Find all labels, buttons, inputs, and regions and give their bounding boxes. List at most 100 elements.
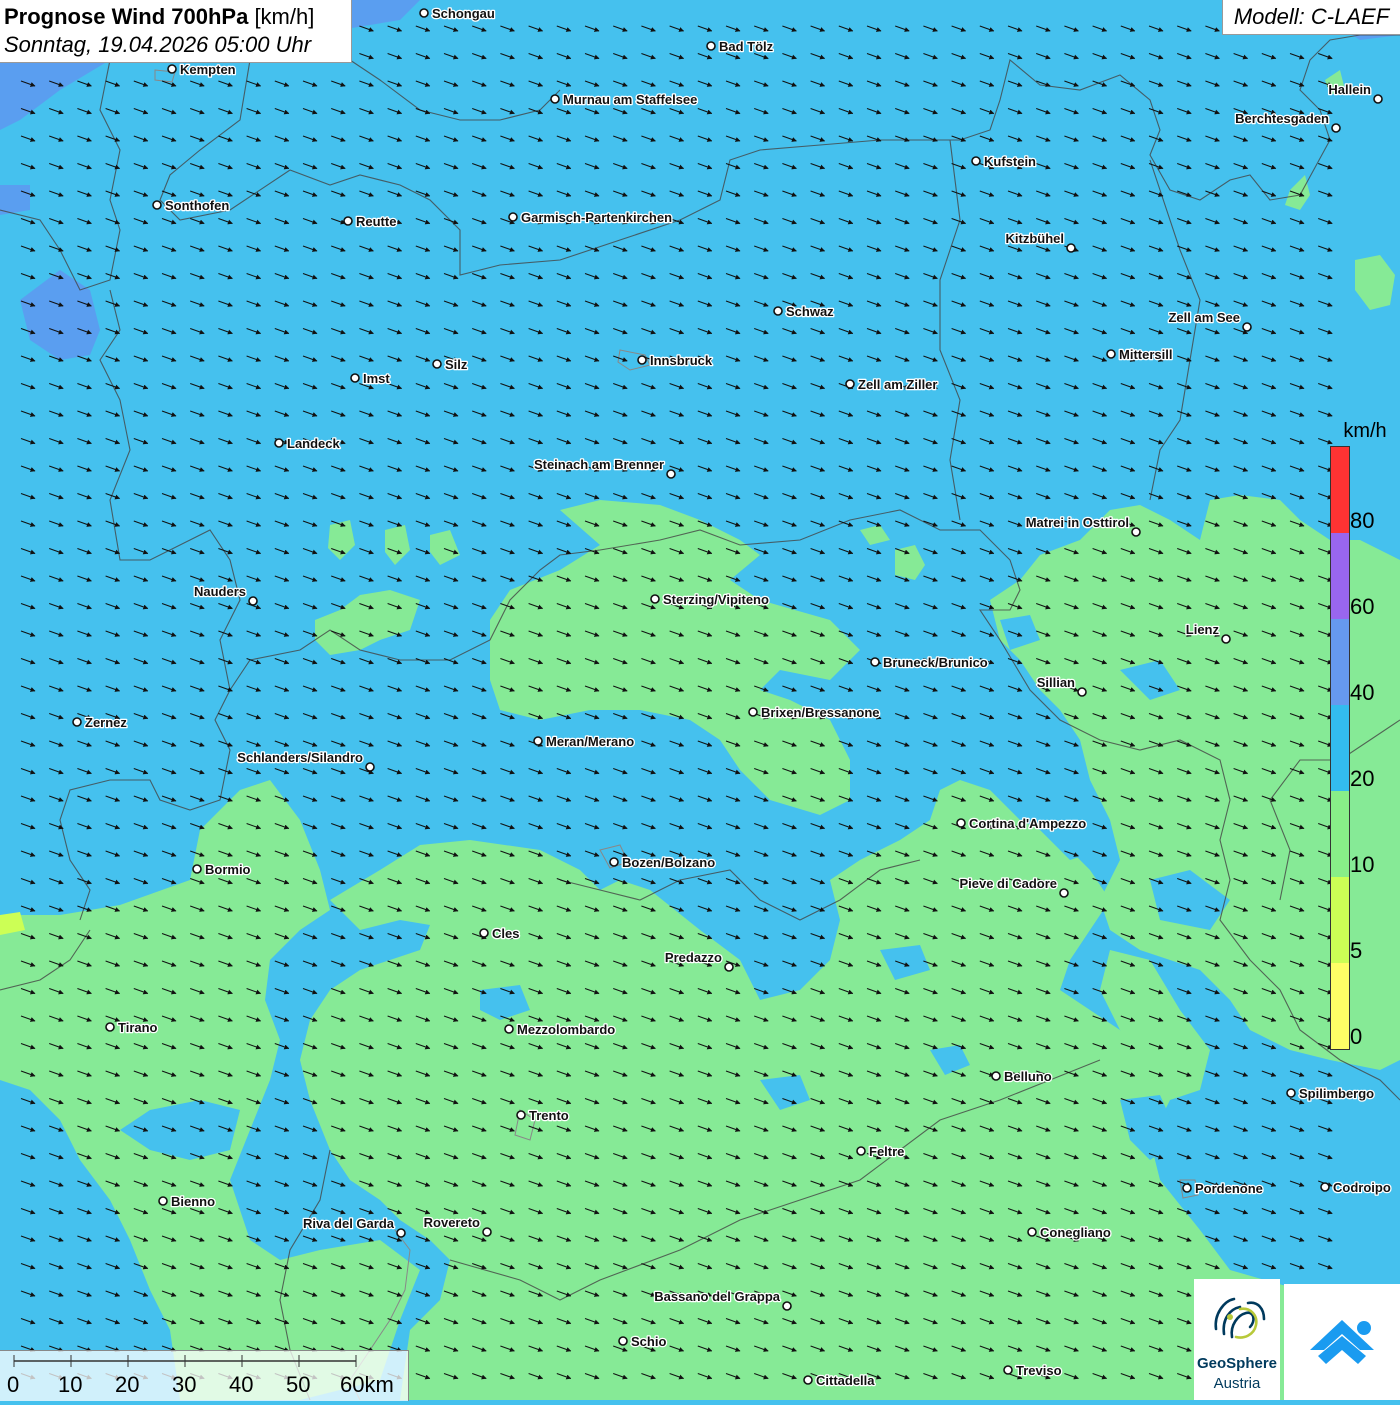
weather-app-logo — [1284, 1284, 1400, 1400]
legend-bar — [1330, 446, 1350, 1050]
city-bruneck-brunico: Bruneck/Brunico — [870, 654, 989, 671]
geosphere-country: Austria — [1213, 1375, 1261, 1392]
city-dot — [1003, 1365, 1013, 1375]
city-dot — [1131, 527, 1141, 537]
city-label: Bormio — [205, 862, 251, 877]
city-dot — [167, 64, 177, 74]
legend-label-20: 20 — [1350, 766, 1375, 791]
city-label: Zernez — [85, 715, 127, 730]
city-label: Bruneck/Brunico — [883, 655, 988, 670]
legend-unit: km/h — [1343, 420, 1387, 442]
legend-segment-0 — [1331, 963, 1349, 1049]
city-dot — [516, 1110, 526, 1120]
scale-label-40: 40 — [229, 1372, 254, 1397]
city-label: Belluno — [1004, 1069, 1052, 1084]
city-label: Brixen/Bressanone — [761, 705, 880, 720]
city-label: Codroipo — [1333, 1180, 1391, 1195]
geosphere-logo: GeoSphere Austria — [1194, 1279, 1280, 1400]
city-dot — [1106, 349, 1116, 359]
city-label: Reutte — [356, 214, 396, 229]
city-dot — [1066, 243, 1076, 253]
city-dot — [396, 1228, 406, 1238]
map-title-unit: [km/h] — [254, 4, 315, 29]
city-label: Innsbruck — [650, 353, 713, 368]
city-label: Matrei in Osttirol — [1026, 515, 1129, 530]
city-label: Mittersill — [1119, 347, 1172, 362]
legend-label-60: 60 — [1350, 594, 1375, 619]
city-sterzing-vipiteno: Sterzing/Vipiteno — [650, 591, 770, 608]
city-cortina-d-ampezzo: Cortina d'Ampezzo — [956, 815, 1088, 832]
city-murnau-am-staffelsee: Murnau am Staffelsee — [550, 91, 699, 108]
city-dot — [706, 41, 716, 51]
city-label: Predazzo — [665, 950, 722, 965]
city-label: Landeck — [287, 436, 341, 451]
legend-label-80: 80 — [1350, 508, 1375, 533]
city-label: Bozen/Bolzano — [622, 855, 715, 870]
scale-label-20: 20 — [115, 1372, 140, 1397]
city-dot — [991, 1071, 1001, 1081]
city-mezzolombardo: Mezzolombardo — [504, 1021, 617, 1038]
city-label: Schio — [631, 1334, 666, 1349]
city-dot — [803, 1375, 813, 1385]
legend-label-10: 10 — [1350, 852, 1375, 877]
city-dot — [1242, 322, 1252, 332]
city-dot — [1286, 1088, 1296, 1098]
city-label: Kempten — [180, 62, 236, 77]
city-dot — [419, 8, 429, 18]
city-innsbruck: Innsbruck — [637, 352, 714, 369]
legend-segment-80 — [1331, 447, 1349, 533]
city-dot — [748, 707, 758, 717]
city-dot — [432, 359, 442, 369]
city-dot — [856, 1146, 866, 1156]
city-dot — [956, 818, 966, 828]
city-label: Zell am See — [1168, 310, 1240, 325]
city-label: Trento — [529, 1108, 569, 1123]
city-label: Schongau — [432, 6, 495, 21]
city-dot — [773, 306, 783, 316]
city-label: Bassano del Grappa — [654, 1289, 780, 1304]
city-dot — [1077, 687, 1087, 697]
geosphere-name: GeoSphere — [1196, 1355, 1278, 1372]
legend-label-5: 5 — [1350, 938, 1363, 963]
city-meran-merano: Meran/Merano — [533, 733, 635, 750]
city-label: Cittadella — [816, 1373, 875, 1388]
city-label: Feltre — [869, 1144, 904, 1159]
legend-segment-60 — [1331, 533, 1349, 619]
city-dot — [666, 469, 676, 479]
city-label: Murnau am Staffelsee — [563, 92, 697, 107]
city-dot — [782, 1301, 792, 1311]
city-dot — [1221, 634, 1231, 644]
city-label: Sillian — [1037, 675, 1075, 690]
city-dot — [343, 216, 353, 226]
geosphere-emblem-icon — [1214, 1297, 1266, 1339]
city-dot — [1320, 1182, 1330, 1192]
city-label: Nauders — [194, 584, 246, 599]
city-dot — [1059, 888, 1069, 898]
city-label: Conegliano — [1040, 1225, 1111, 1240]
city-schongau: Schongau — [419, 5, 496, 22]
forecast-datetime: Sonntag, 19.04.2026 05:00 Uhr — [4, 32, 312, 57]
city-label: Bad Tölz — [719, 39, 774, 54]
scale-label-50: 50 — [286, 1372, 311, 1397]
city-label: Kufstein — [984, 154, 1036, 169]
scale-label-60km: 60km — [340, 1372, 394, 1397]
city-dot — [971, 156, 981, 166]
legend-segment-5 — [1331, 877, 1349, 963]
weather-app-icon — [1310, 1320, 1374, 1364]
city-label: Cles — [492, 926, 519, 941]
scale-bar: 0 10 20 30 40 50 60km — [0, 1350, 409, 1401]
city-dot — [1027, 1227, 1037, 1237]
city-label: Silz — [445, 357, 468, 372]
map-title: Prognose Wind 700hPa [km/h] — [4, 3, 351, 31]
city-garmisch-partenkirchen: Garmisch-Partenkirchen — [508, 209, 673, 226]
city-brixen-bressanone: Brixen/Bressanone — [748, 704, 881, 721]
legend-label-40: 40 — [1350, 680, 1375, 705]
map-title-main: Prognose Wind 700hPa — [4, 4, 249, 29]
city-dot — [845, 379, 855, 389]
city-label: Steinach am Brenner — [534, 457, 664, 472]
city-dot — [508, 212, 518, 222]
city-dot — [870, 657, 880, 667]
title-box: Prognose Wind 700hPa [km/h] Sonntag, 19.… — [0, 0, 352, 63]
city-dot — [1373, 94, 1383, 104]
city-dot — [350, 373, 360, 383]
